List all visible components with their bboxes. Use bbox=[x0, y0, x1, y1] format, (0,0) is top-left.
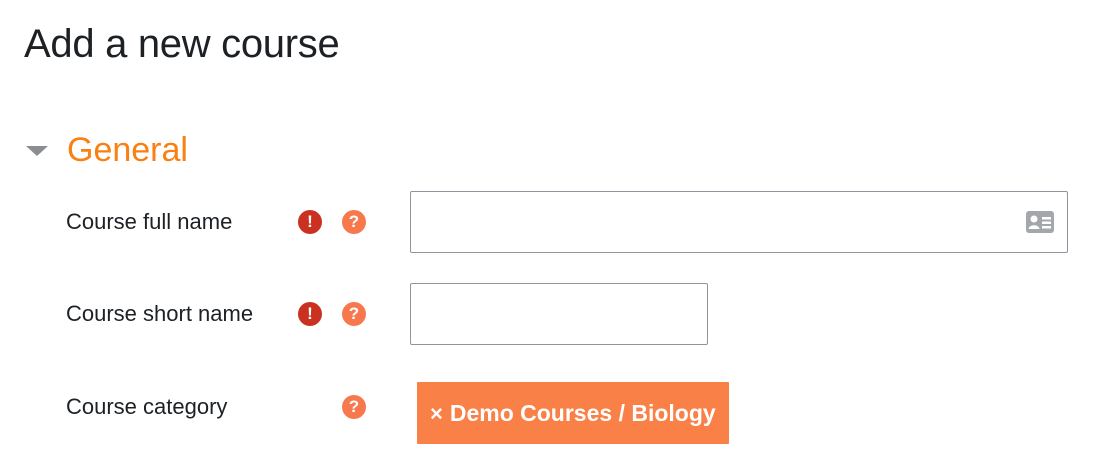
help-icon[interactable]: ? bbox=[342, 302, 366, 326]
course-short-name-label: Course short name bbox=[66, 301, 254, 326]
contact-card-icon[interactable] bbox=[1026, 211, 1054, 233]
add-course-page: Add a new course General Course full nam… bbox=[0, 0, 1108, 473]
required-icon: ! bbox=[298, 210, 322, 234]
course-full-name-input[interactable] bbox=[410, 191, 1068, 253]
course-full-name-label: Course full name bbox=[66, 209, 233, 234]
course-short-name-input[interactable] bbox=[410, 283, 708, 345]
caret-down-icon[interactable] bbox=[26, 145, 48, 156]
course-short-name-row: Course short name ! ? bbox=[66, 283, 1076, 345]
help-icon[interactable]: ? bbox=[342, 395, 366, 419]
selected-category-badge[interactable]: × Demo Courses / Biology bbox=[417, 382, 729, 444]
remove-icon[interactable]: × bbox=[430, 401, 443, 426]
course-category-label: Course category bbox=[66, 394, 228, 419]
course-category-row: Course category ? × Demo Courses / Biolog… bbox=[66, 378, 1076, 444]
required-icon: ! bbox=[298, 302, 322, 326]
course-full-name-row: Course full name ! ? bbox=[66, 191, 1076, 253]
help-icon[interactable]: ? bbox=[342, 210, 366, 234]
category-value: Demo Courses / Biology bbox=[449, 400, 716, 426]
general-section-toggle[interactable]: General bbox=[26, 128, 188, 172]
section-title[interactable]: General bbox=[67, 128, 188, 172]
page-title: Add a new course bbox=[24, 22, 340, 66]
